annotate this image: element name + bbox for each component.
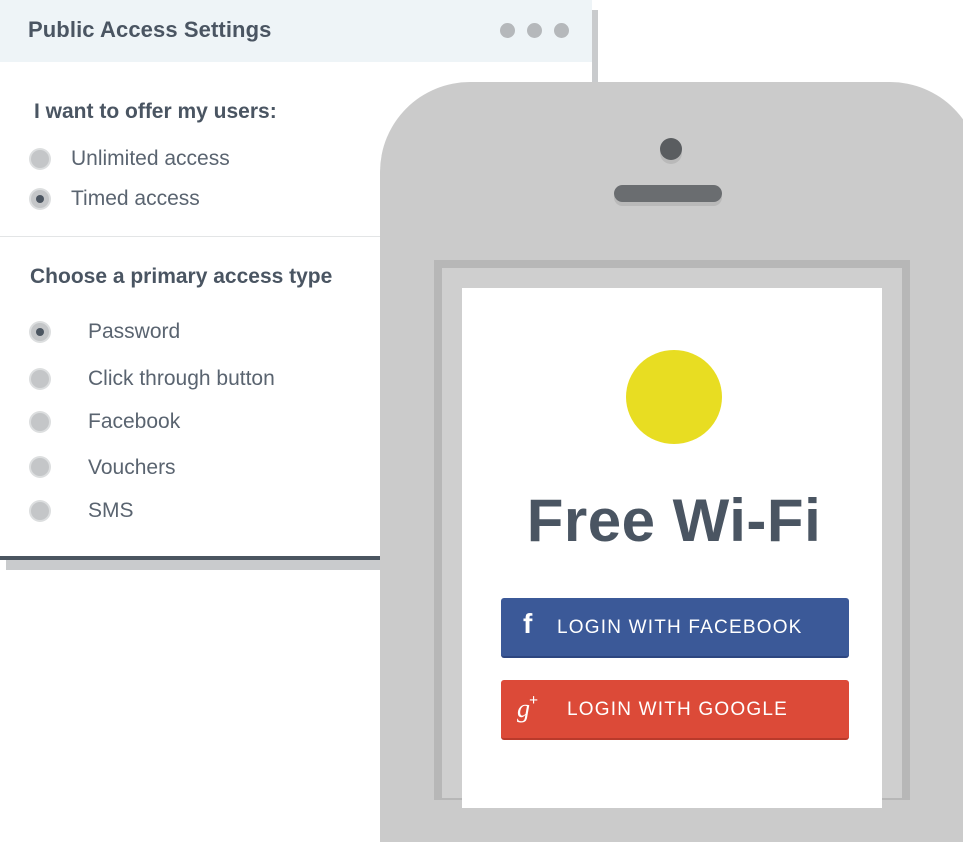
offer-heading: I want to offer my users: — [34, 100, 277, 123]
panel-header: Public Access Settings — [0, 0, 592, 62]
radio-sms[interactable] — [31, 502, 49, 520]
facebook-icon: f — [523, 608, 533, 639]
option-label-click-through[interactable]: Click through button — [88, 367, 275, 391]
radio-unlimited-access[interactable] — [31, 150, 49, 168]
radio-timed-access[interactable] — [31, 190, 49, 208]
dot-icon — [500, 23, 515, 38]
option-label-unlimited-access[interactable]: Unlimited access — [71, 147, 230, 171]
radio-facebook[interactable] — [31, 413, 49, 431]
dot-icon — [554, 23, 569, 38]
option-label-vouchers[interactable]: Vouchers — [88, 456, 176, 480]
dot-icon — [527, 23, 542, 38]
option-label-facebook[interactable]: Facebook — [88, 410, 180, 434]
wifi-title: Free Wi-Fi — [526, 487, 822, 554]
radio-click-through[interactable] — [31, 370, 49, 388]
google-plus-sign: + — [529, 692, 539, 709]
radio-vouchers[interactable] — [31, 458, 49, 476]
login-facebook-label: LOGIN WITH FACEBOOK — [557, 617, 803, 638]
more-options-icon[interactable] — [500, 23, 569, 38]
login-google-button[interactable]: g+ LOGIN WITH GOOGLE — [501, 680, 849, 740]
access-type-heading: Choose a primary access type — [30, 265, 333, 288]
radio-password[interactable] — [31, 323, 49, 341]
speaker-grille — [614, 185, 722, 202]
option-label-timed-access[interactable]: Timed access — [71, 187, 200, 211]
google-plus-icon: g+ — [517, 692, 538, 724]
login-google-label: LOGIN WITH GOOGLE — [567, 699, 788, 720]
camera-icon — [660, 138, 682, 160]
option-label-password[interactable]: Password — [88, 320, 180, 344]
option-label-sms[interactable]: SMS — [88, 499, 134, 523]
logo-circle — [626, 350, 722, 444]
login-facebook-button[interactable]: f LOGIN WITH FACEBOOK — [501, 598, 849, 658]
panel-title: Public Access Settings — [28, 17, 272, 42]
